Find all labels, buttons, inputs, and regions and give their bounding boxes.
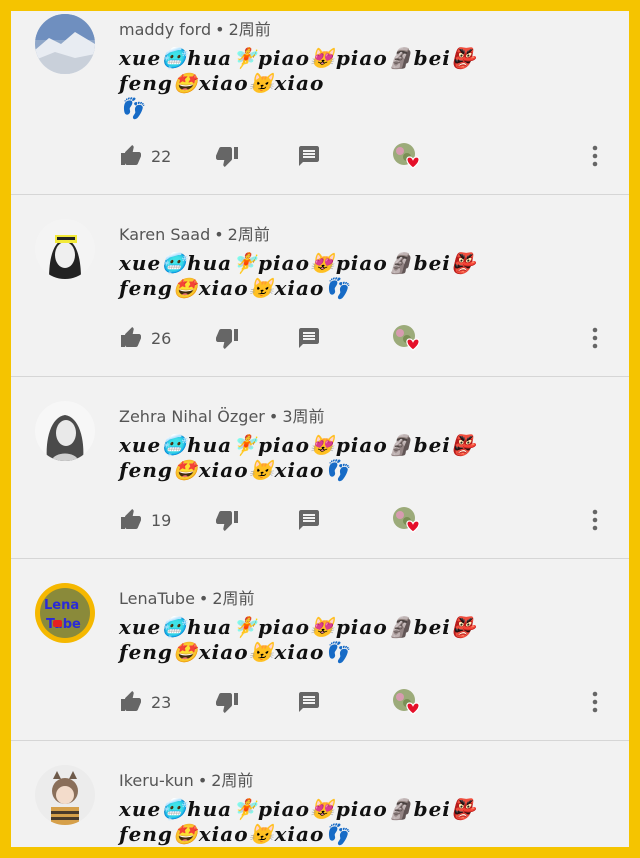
thumbs-down-icon — [216, 693, 238, 713]
comment-line: feng🤩xiao😼xiao👣 — [119, 640, 351, 664]
comment-actions: 19 — [119, 505, 619, 535]
like-count: 23 — [151, 692, 172, 712]
more-vertical-icon — [592, 509, 598, 531]
like-button[interactable]: 22 — [119, 141, 171, 171]
avatar[interactable] — [35, 401, 95, 461]
thumbs-down-icon — [216, 511, 238, 531]
creator-heart-badge — [391, 687, 421, 717]
more-options-button[interactable] — [585, 505, 605, 535]
comment-line: feng🤩xiao😼xiao👣 — [119, 458, 351, 482]
comment-actions: 26 — [119, 323, 619, 353]
meta-separator: • — [214, 225, 224, 244]
comment-item: Karen Saad • 2周前 xue🥶hua🧚piao😻piao🗿bei👺 fe… — [11, 195, 629, 377]
comment-meta: Zehra Nihal Özger • 3周前 — [119, 403, 325, 427]
comment-line: 👣 — [119, 96, 145, 120]
reply-comment-icon — [299, 692, 319, 712]
reply-comment-icon — [299, 510, 319, 530]
comment-time: 2周前 — [228, 20, 271, 39]
comment-actions: 23 — [119, 687, 619, 717]
avatar[interactable] — [35, 765, 95, 825]
author-name[interactable]: Ikeru-kun — [119, 771, 194, 790]
comment-line: feng🤩xiao😼xiao👣 — [119, 276, 351, 300]
meta-separator: • — [197, 771, 208, 790]
like-button[interactable]: 26 — [119, 323, 171, 353]
comment-item: maddy ford • 2周前 xue🥶hua🧚piao😻piao🗿bei👺 fe… — [11, 11, 629, 195]
svg-text:Lena: Lena — [44, 598, 79, 613]
meta-separator: • — [215, 20, 225, 39]
comment-item: Zehra Nihal Özger • 3周前 xue🥶hua🧚piao😻piao🗿… — [11, 377, 629, 559]
meta-separator: • — [198, 589, 209, 608]
comment-meta: Ikeru-kun • 2周前 — [119, 767, 253, 791]
more-vertical-icon — [592, 691, 598, 713]
reply-button[interactable] — [297, 687, 321, 717]
author-name[interactable]: Karen Saad — [119, 225, 210, 244]
comment-time: 2周前 — [211, 771, 254, 790]
comment-meta: Karen Saad • 2周前 — [119, 221, 270, 245]
comment-time: 2周前 — [227, 225, 270, 244]
comment-text: xue🥶hua🧚piao😻piao🗿bei👺 feng🤩xiao😼xiao👣 — [119, 251, 559, 301]
more-options-button[interactable] — [585, 141, 605, 171]
comment-line: xue🥶hua🧚piao😻piao🗿bei👺 — [119, 797, 477, 821]
thumbs-up-icon — [121, 145, 141, 165]
avatar[interactable] — [35, 14, 95, 74]
dislike-button[interactable] — [215, 505, 239, 535]
reply-comment-icon — [299, 328, 319, 348]
reply-button[interactable] — [297, 323, 321, 353]
comment-meta: maddy ford • 2周前 — [119, 16, 271, 40]
author-name[interactable]: Zehra Nihal Özger — [119, 407, 265, 426]
like-button[interactable]: 23 — [119, 687, 171, 717]
comment-line: feng🤩xiao😼xiao👣 — [119, 822, 351, 846]
comment-text: xue🥶hua🧚piao😻piao🗿bei👺 feng🤩xiao😼xiao👣 — [119, 615, 559, 665]
thumbs-up-icon — [121, 509, 141, 529]
meta-separator: • — [268, 407, 279, 426]
creator-heart-badge — [391, 505, 421, 535]
comment-text: xue🥶hua🧚piao😻piao🗿bei👺 feng🤩xiao😼xiao👣 — [119, 433, 559, 483]
like-button[interactable]: 19 — [119, 505, 171, 535]
comment-text: xue🥶hua🧚piao😻piao🗿bei👺 feng🤩xiao😼xiao 👣 — [119, 46, 559, 121]
dislike-button[interactable] — [215, 687, 239, 717]
more-vertical-icon — [592, 327, 598, 349]
thumbs-up-icon — [121, 327, 141, 347]
comments-panel: maddy ford • 2周前 xue🥶hua🧚piao😻piao🗿bei👺 fe… — [11, 11, 629, 847]
comment-line: xue🥶hua🧚piao😻piao🗿bei👺 — [119, 46, 477, 70]
comment-time: 2周前 — [212, 589, 255, 608]
like-count: 22 — [151, 146, 172, 166]
avatar[interactable] — [35, 219, 95, 279]
reply-button[interactable] — [297, 141, 321, 171]
comment-line: feng🤩xiao😼xiao — [119, 71, 325, 95]
comment-meta: LenaTube • 2周前 — [119, 585, 255, 609]
like-count: 26 — [151, 328, 172, 348]
dislike-button[interactable] — [215, 141, 239, 171]
creator-heart-badge — [391, 323, 421, 353]
comment-line: xue🥶hua🧚piao😻piao🗿bei👺 — [119, 615, 477, 639]
svg-text:Tube: Tube — [46, 617, 81, 632]
creator-heart-icon — [393, 507, 420, 533]
comment-line: xue🥶hua🧚piao😻piao🗿bei👺 — [119, 251, 477, 275]
comment-actions: 22 — [119, 141, 619, 171]
thumbs-down-icon — [216, 329, 238, 349]
reply-button[interactable] — [297, 505, 321, 535]
comment-item: Lena Tube LenaTube • 2周前 xue🥶hua🧚piao😻piao… — [11, 559, 629, 741]
dislike-button[interactable] — [215, 323, 239, 353]
like-count: 19 — [151, 510, 172, 530]
thumbs-up-icon — [121, 691, 141, 711]
avatar[interactable]: Lena Tube — [35, 583, 95, 643]
creator-heart-icon — [393, 325, 420, 351]
more-options-button[interactable] — [585, 687, 605, 717]
comment-text: xue🥶hua🧚piao😻piao🗿bei👺 feng🤩xiao😼xiao👣 — [119, 797, 559, 847]
reply-comment-icon — [299, 146, 319, 166]
creator-heart-badge — [391, 141, 421, 171]
thumbs-down-icon — [216, 147, 238, 167]
comment-line: xue🥶hua🧚piao😻piao🗿bei👺 — [119, 433, 477, 457]
comment-time: 3周前 — [282, 407, 325, 426]
author-name[interactable]: LenaTube — [119, 589, 195, 608]
more-options-button[interactable] — [585, 323, 605, 353]
creator-heart-icon — [393, 689, 420, 715]
creator-heart-icon — [393, 143, 420, 169]
author-name[interactable]: maddy ford — [119, 20, 211, 39]
more-vertical-icon — [592, 145, 598, 167]
comment-item: Ikeru-kun • 2周前 xue🥶hua🧚piao😻piao🗿bei👺 fen… — [11, 741, 629, 847]
